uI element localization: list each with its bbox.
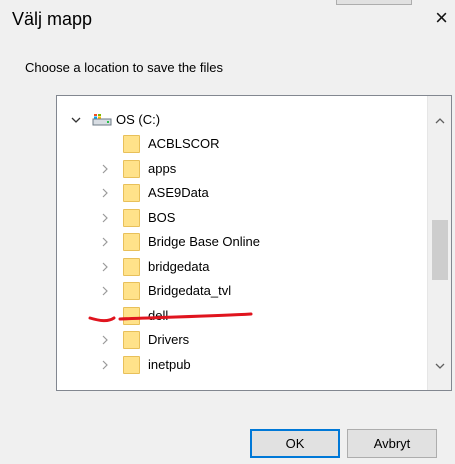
tree-item-folder[interactable]: ASE9Data bbox=[57, 181, 425, 205]
tree-item-label: BOS bbox=[148, 209, 176, 225]
scrollbar-thumb[interactable] bbox=[432, 220, 448, 280]
tree-item-label: OS (C:) bbox=[116, 112, 161, 127]
tree-item-label: Drivers bbox=[148, 332, 190, 347]
vertical-scrollbar[interactable] bbox=[427, 96, 451, 390]
tree-item-label: Bridgedata_tvl bbox=[148, 283, 232, 298]
chevron-right-icon[interactable] bbox=[98, 328, 112, 352]
folder-icon bbox=[123, 184, 140, 202]
folder-icon bbox=[123, 331, 140, 349]
scroll-down-arrow-icon[interactable] bbox=[428, 354, 451, 378]
chevron-right-icon[interactable] bbox=[98, 353, 112, 377]
tree-item-folder[interactable]: apps bbox=[57, 157, 425, 181]
chevron-right-icon[interactable] bbox=[98, 255, 112, 279]
instruction-text: Choose a location to save the files bbox=[25, 60, 224, 75]
folder-icon bbox=[123, 135, 140, 153]
chevron-right-icon[interactable] bbox=[98, 181, 112, 205]
tree-item-label: bridgedata bbox=[148, 258, 210, 274]
tree-item-folder[interactable]: bridgedata bbox=[57, 255, 425, 279]
dialog-title: Välj mapp bbox=[12, 9, 93, 29]
drive-icon bbox=[92, 113, 112, 127]
chevron-right-icon[interactable] bbox=[98, 279, 112, 303]
folder-icon bbox=[123, 355, 140, 374]
folder-icon bbox=[123, 208, 140, 227]
tree-item-folder[interactable]: dell bbox=[57, 304, 425, 328]
scroll-up-arrow-icon[interactable] bbox=[428, 109, 451, 133]
chevron-down-icon[interactable] bbox=[69, 108, 83, 132]
cancel-button[interactable]: Avbryt bbox=[347, 429, 437, 458]
folder-icon bbox=[123, 306, 140, 325]
tree-item-folder[interactable]: Bridge Base Online bbox=[57, 230, 425, 254]
tree-item-folder[interactable]: inetpub bbox=[57, 353, 425, 377]
tree-item-folder[interactable]: ACBLSCOR bbox=[57, 132, 425, 156]
tree-item-label: inetpub bbox=[148, 356, 191, 372]
folder-icon bbox=[123, 257, 140, 276]
tree-item-os-c[interactable]: OS (C:) bbox=[57, 108, 425, 132]
tree-item-folder[interactable]: BOS bbox=[57, 206, 425, 230]
chevron-right-icon[interactable] bbox=[98, 230, 112, 254]
chevron-right-icon[interactable] bbox=[98, 206, 112, 230]
close-button[interactable]: × bbox=[428, 5, 455, 31]
tree-item-folder[interactable]: Bridgedata_tvl bbox=[57, 279, 425, 303]
tree-item-label: apps bbox=[148, 160, 177, 176]
tree-item-label: ASE9Data bbox=[148, 185, 209, 200]
tree-item-label: ACBLSCOR bbox=[148, 136, 220, 151]
tree-item-label: dell bbox=[148, 307, 169, 323]
chevron-right-icon[interactable] bbox=[98, 157, 112, 181]
folder-icon bbox=[123, 159, 140, 178]
folder-tree[interactable]: OS (C:) ACBLSCOR apps ASE9Data BOS Bridge Ba… bbox=[56, 95, 452, 391]
ok-button[interactable]: OK bbox=[250, 429, 340, 458]
background-window-edge bbox=[336, 0, 412, 5]
tree-item-label: Bridge Base Online bbox=[148, 234, 261, 249]
folder-icon bbox=[123, 282, 140, 300]
folder-icon bbox=[123, 233, 140, 251]
tree-item-folder[interactable]: Drivers bbox=[57, 328, 425, 352]
